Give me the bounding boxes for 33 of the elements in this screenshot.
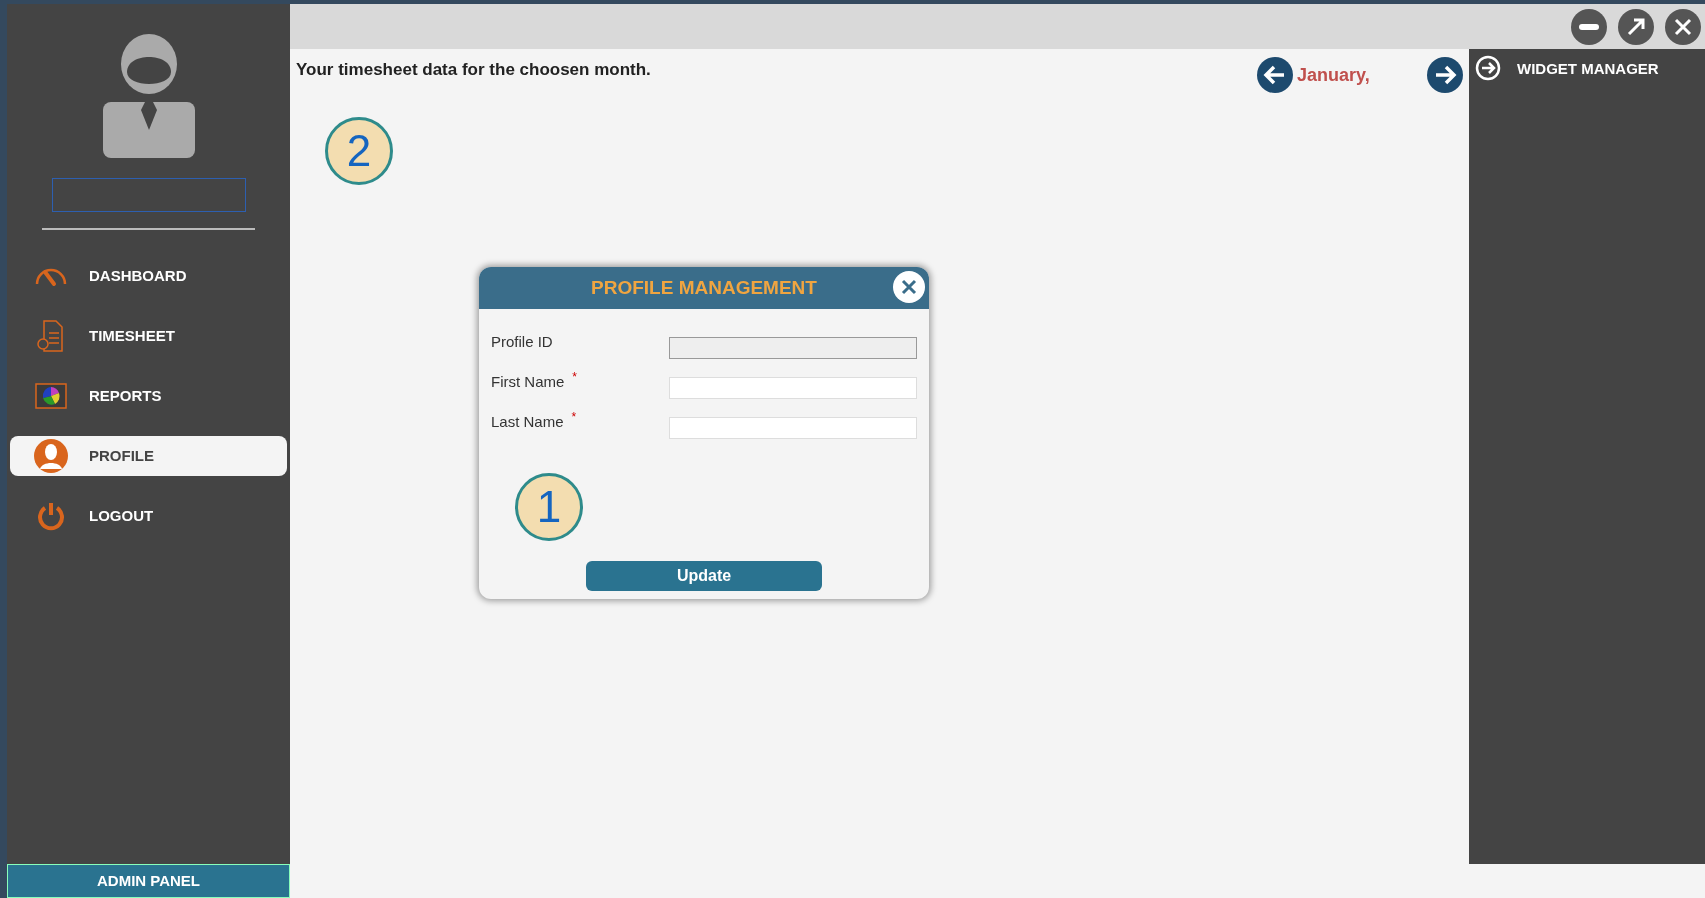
pie-chart-icon: [35, 383, 67, 409]
required-mark: *: [571, 411, 577, 423]
previous-month-button[interactable]: [1257, 57, 1293, 93]
update-button[interactable]: Update: [586, 561, 822, 591]
next-month-button[interactable]: [1427, 57, 1463, 93]
dialog-title: PROFILE MANAGEMENT: [591, 275, 817, 300]
nav-item[interactable]: TIMESHEET: [10, 316, 287, 356]
minimize-button[interactable]: [1571, 8, 1607, 45]
nav-item[interactable]: LOGOUT: [10, 496, 287, 536]
admin-panel-button[interactable]: ADMIN PANEL: [7, 864, 290, 898]
field-label: Last Name: [491, 412, 564, 432]
user-name-field[interactable]: [51, 178, 246, 212]
maximize-button[interactable]: [1618, 8, 1654, 45]
close-icon: [901, 279, 917, 295]
arrow-circle-icon: [1475, 55, 1501, 81]
page-heading: Your timesheet data for the choosen month.: [296, 59, 651, 81]
field-label: First Name: [491, 372, 565, 392]
minus-icon: [1579, 23, 1599, 30]
nav-item[interactable]: DASHBOARD: [10, 256, 287, 296]
field-label: Profile ID: [491, 332, 553, 352]
callout-marker: 2: [325, 117, 393, 185]
diagonal-arrow-icon: [1626, 16, 1646, 37]
user-icon: [34, 439, 68, 473]
widget-manager-title: WIDGET MANAGER: [1517, 59, 1659, 79]
close-icon: [1674, 17, 1692, 36]
nav-item[interactable]: REPORTS: [10, 376, 287, 416]
power-icon: [35, 500, 67, 532]
nav-item[interactable]: PROFILE: [10, 436, 287, 476]
close-button[interactable]: [1665, 8, 1701, 45]
close-button[interactable]: [893, 271, 925, 303]
document-icon: [36, 319, 66, 353]
month-label: January,: [1297, 63, 1371, 87]
required-mark: *: [572, 371, 577, 383]
